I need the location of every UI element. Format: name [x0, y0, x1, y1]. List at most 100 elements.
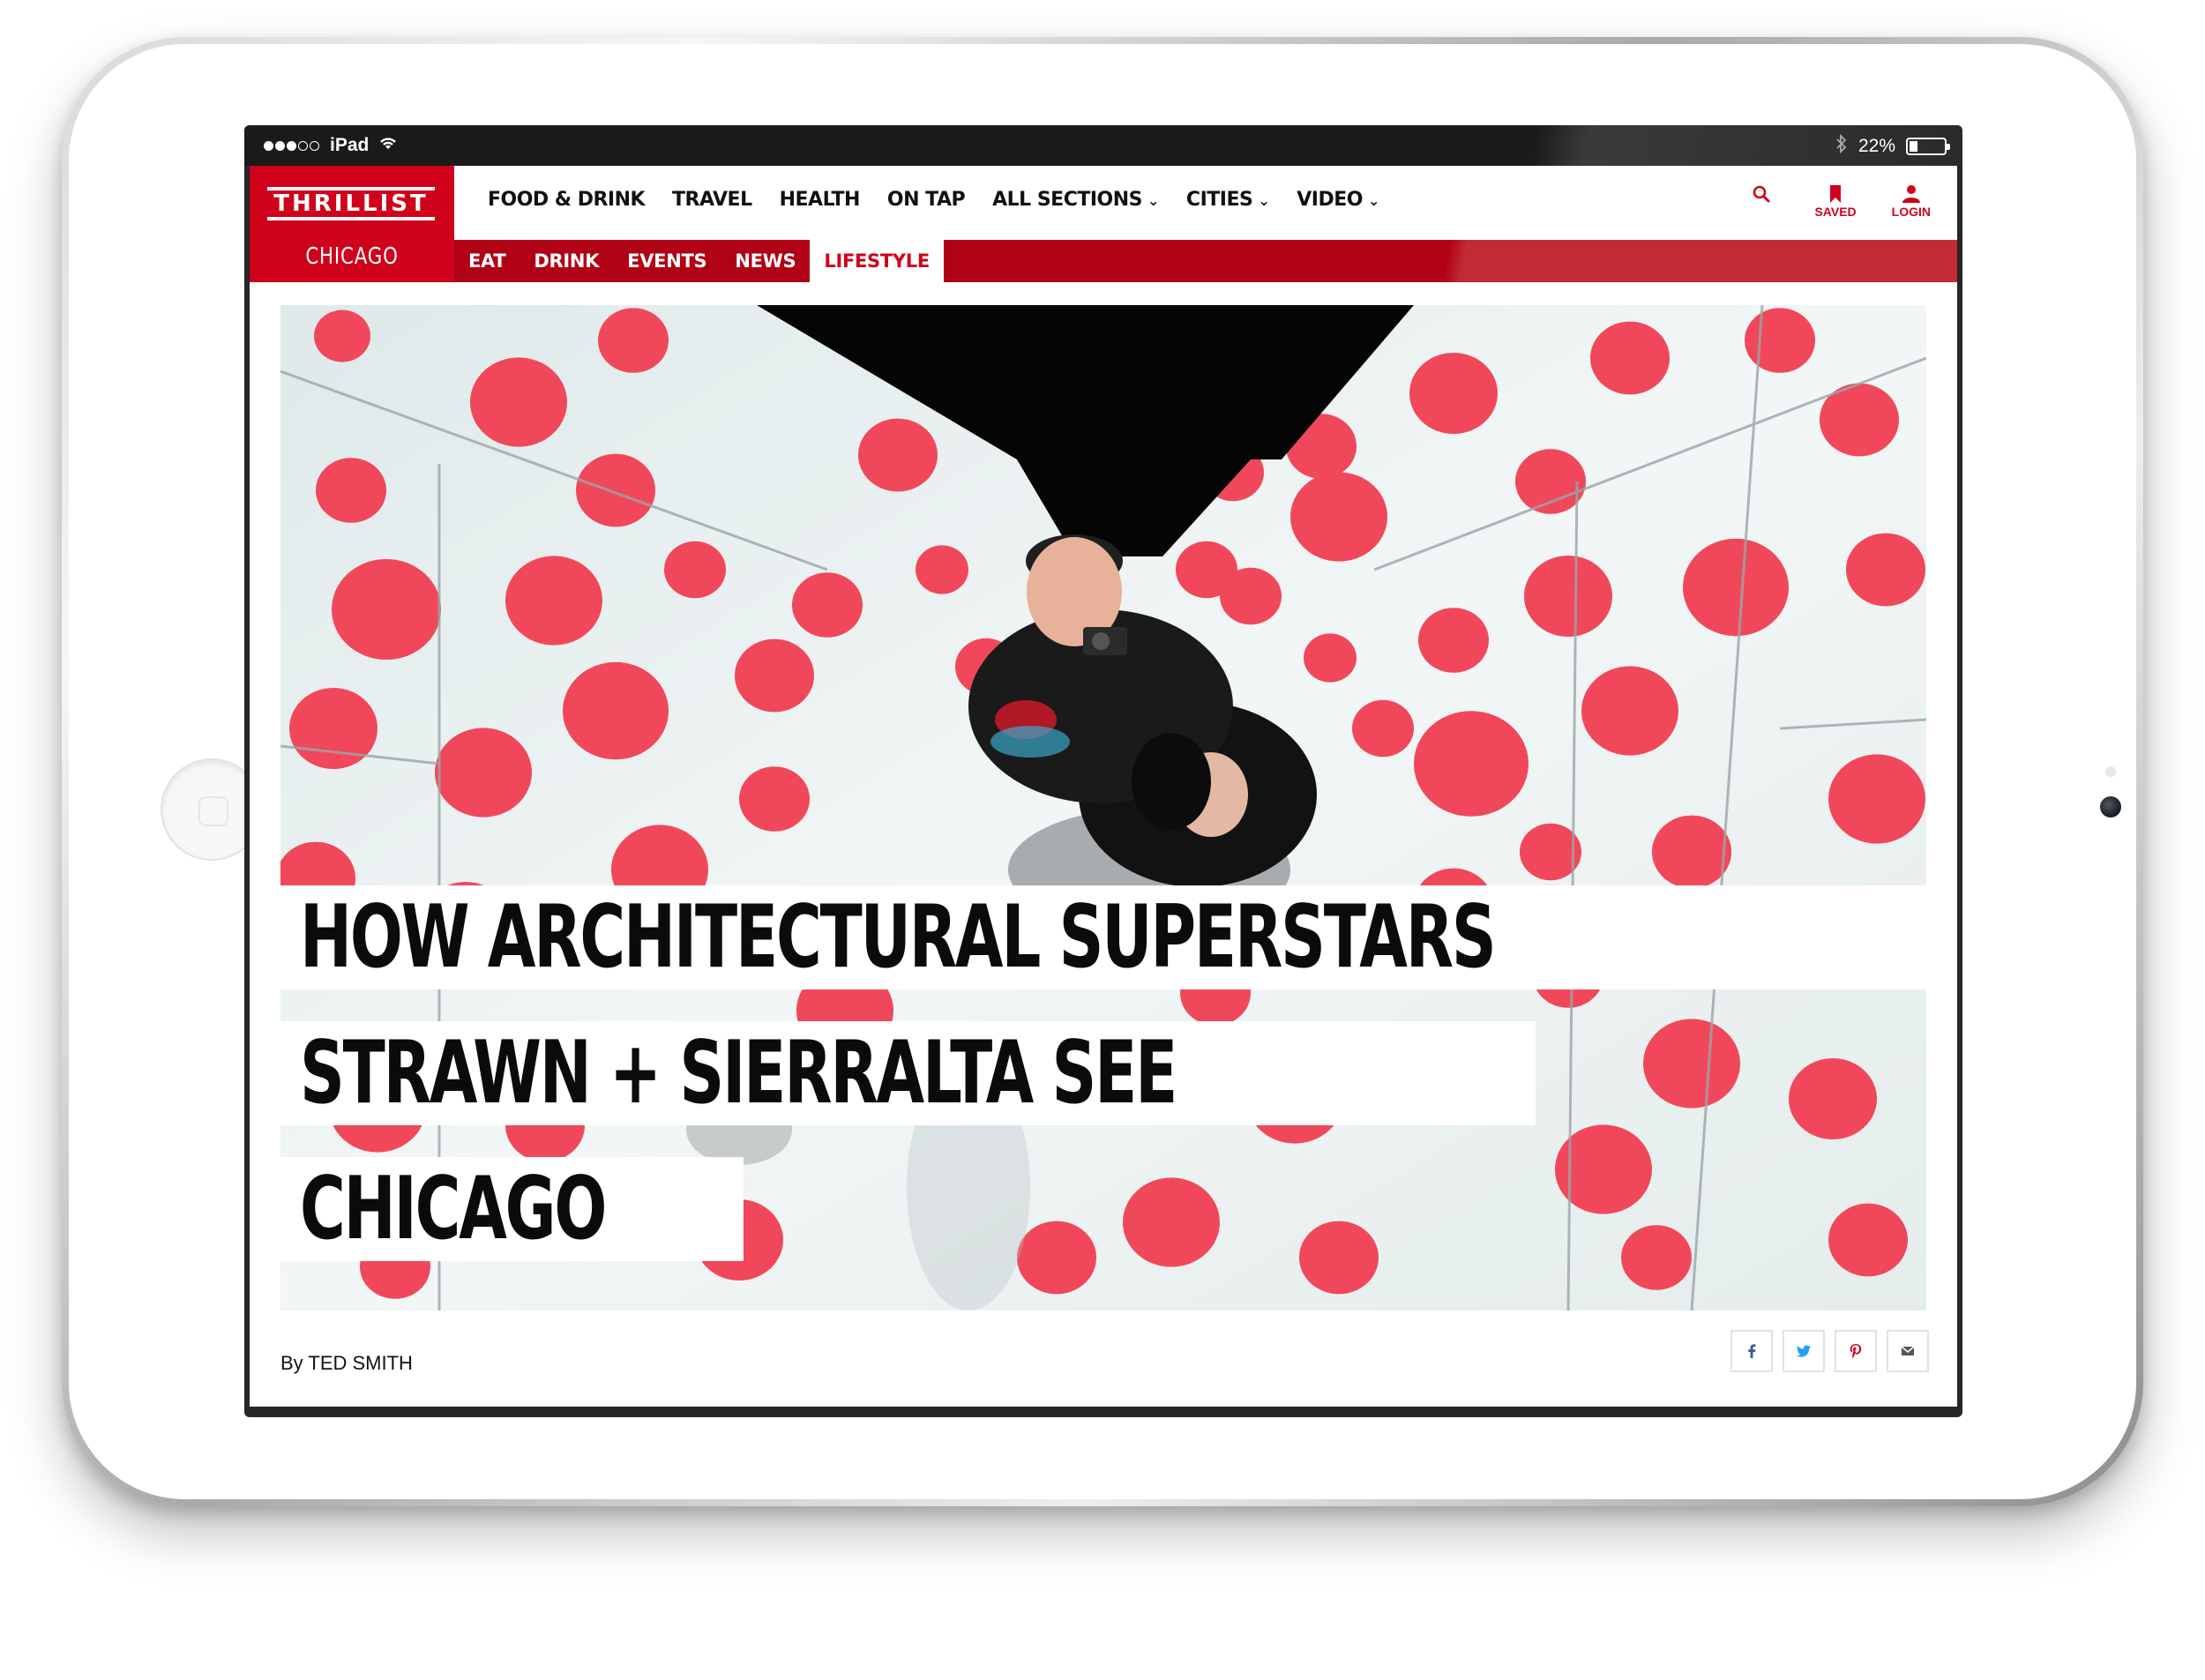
light-sensor [2105, 766, 2116, 777]
article-headline: HOW ARCHITECTURAL SUPERSTARS STRAWN + SIE… [280, 885, 1926, 1293]
facebook-share-button[interactable] [1730, 1330, 1773, 1372]
nav-actions: SAVED LOGIN [1744, 183, 1931, 219]
polka-dot [1524, 556, 1612, 637]
nav-item[interactable]: FOOD & DRINK [488, 189, 646, 211]
polka-dot [792, 572, 863, 638]
email-share-button[interactable] [1887, 1330, 1929, 1372]
polka-dot [739, 766, 810, 832]
polka-dot [664, 541, 726, 599]
share-buttons [1730, 1330, 1929, 1372]
section-tab[interactable]: EVENTS [613, 240, 721, 282]
polka-dot [576, 453, 655, 527]
facebook-icon [1743, 1342, 1760, 1360]
polka-dot [735, 638, 814, 713]
nav-item-label: ALL SECTIONS [992, 189, 1143, 211]
section-tab[interactable]: DRINK [519, 240, 613, 282]
twitter-share-button[interactable] [1783, 1330, 1825, 1372]
signal-dot [298, 141, 308, 151]
email-icon [1899, 1342, 1917, 1360]
search-icon [1753, 185, 1770, 203]
bluetooth-icon [1835, 133, 1848, 159]
city-label[interactable]: CHICAGO [268, 243, 436, 270]
user-icon [1902, 185, 1920, 203]
saved-label: SAVED [1814, 205, 1857, 219]
polka-dot [435, 728, 532, 818]
polka-dot [1515, 449, 1586, 514]
headline-text: CHICAGO [300, 1159, 607, 1259]
chevron-down-icon: ⌄ [1147, 192, 1159, 209]
signal-dot [310, 141, 319, 151]
polka-dot [1220, 567, 1282, 625]
polka-dot [505, 556, 602, 646]
saved-button[interactable]: SAVED [1814, 183, 1857, 219]
polka-dot [1846, 533, 1925, 607]
signal-dot [275, 141, 285, 151]
polka-dot [1581, 666, 1678, 756]
headline-text: STRAWN + SIERRALTA SEE [300, 1023, 1177, 1124]
nav-item[interactable]: CITIES ⌄ [1185, 189, 1270, 211]
nav-item-label: HEALTH [779, 189, 861, 211]
status-left: iPad [264, 135, 399, 156]
nav-item-label: FOOD & DRINK [488, 189, 646, 211]
headline-line: STRAWN + SIERRALTA SEE [280, 1021, 1536, 1125]
polka-dot [1409, 353, 1498, 434]
nav-item[interactable]: TRAVEL [672, 189, 752, 211]
chevron-down-icon: ⌄ [1258, 192, 1270, 209]
polka-dot [1352, 699, 1414, 758]
nav-item[interactable]: ALL SECTIONS ⌄ [992, 189, 1159, 211]
pinterest-share-button[interactable] [1835, 1330, 1877, 1372]
wifi-icon [377, 135, 399, 156]
signal-indicator [264, 135, 321, 156]
nav-item[interactable]: HEALTH [779, 189, 861, 211]
polka-dot [332, 558, 441, 661]
bookmark-icon [1830, 185, 1842, 203]
polka-dot [1652, 815, 1731, 889]
polka-dot [314, 310, 370, 362]
site-logo[interactable]: THRILLIST [267, 187, 435, 220]
screen: iPad 22% FOOD & DRINK TRAVEL HEALTH ON TAP A… [244, 125, 1962, 1417]
polka-dot [1414, 711, 1529, 817]
polka-dot [1590, 321, 1670, 395]
browser-viewport: FOOD & DRINK TRAVEL HEALTH ON TAP ALL SECTIO… [250, 166, 1957, 1412]
logo-block[interactable]: THRILLIST CHICAGO [250, 166, 454, 282]
polka-dot [1290, 472, 1387, 562]
battery-icon [1906, 138, 1950, 155]
polka-dot [563, 661, 669, 760]
section-tab[interactable]: EAT [454, 240, 519, 282]
headline-text: HOW ARCHITECTURAL SUPERSTARS [300, 887, 1497, 988]
polka-dot [916, 545, 968, 594]
nav-item[interactable]: VIDEO ⌄ [1297, 189, 1379, 211]
byline[interactable]: By TED SMITH [280, 1352, 413, 1375]
battery-level [1910, 141, 1918, 152]
polka-dot [1683, 538, 1789, 637]
pinterest-icon [1847, 1342, 1865, 1360]
polka-dot [858, 418, 938, 492]
battery-percent: 22% [1857, 136, 1895, 156]
section-tab[interactable]: LIFESTYLE [810, 240, 944, 282]
nav-item-label: TRAVEL [672, 189, 752, 211]
polka-dot [1789, 1058, 1877, 1139]
polka-dot [1828, 754, 1925, 844]
login-button[interactable]: LOGIN [1892, 183, 1931, 219]
viewport-bottom-edge [250, 1407, 1957, 1412]
section-tab[interactable]: NEWS [721, 240, 810, 282]
twitter-icon [1795, 1342, 1813, 1360]
signal-dot [287, 141, 296, 151]
primary-nav: FOOD & DRINK TRAVEL HEALTH ON TAP ALL SECTIO… [488, 189, 1379, 211]
front-camera [2100, 796, 2121, 818]
signal-dot [264, 141, 273, 151]
nav-item-label: CITIES [1185, 189, 1253, 211]
hero-image: HOW ARCHITECTURAL SUPERSTARS STRAWN + SIE… [280, 305, 1926, 1310]
polka-dot [289, 688, 377, 769]
nav-item-label: VIDEO [1297, 189, 1363, 211]
nav-item-label: ON TAP [886, 189, 966, 211]
home-button-icon [198, 796, 228, 826]
polka-dot [1745, 308, 1815, 373]
nav-item[interactable]: ON TAP [886, 189, 966, 211]
polka-dot [316, 458, 386, 523]
polka-dot [1304, 633, 1357, 683]
headline-line: HOW ARCHITECTURAL SUPERSTARS [280, 885, 1926, 989]
search-button[interactable] [1744, 183, 1779, 205]
login-label: LOGIN [1891, 205, 1931, 219]
section-tabs: EAT DRINK EVENTS NEWS LIFESTYLE [454, 240, 944, 282]
